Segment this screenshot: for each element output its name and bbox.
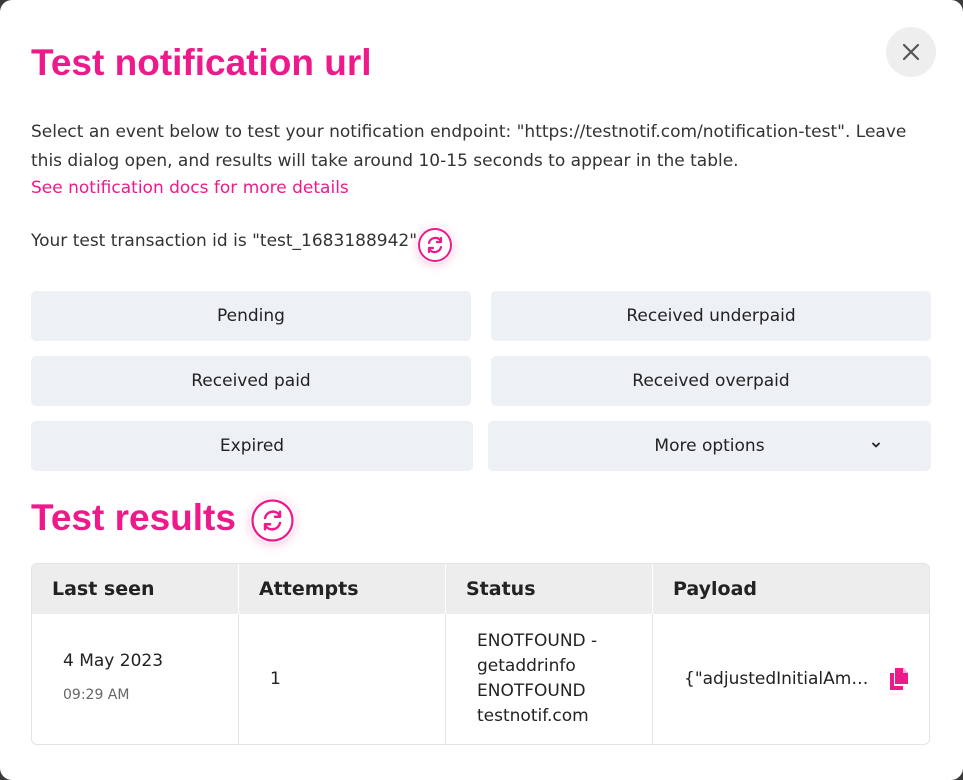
more-options-dropdown[interactable]: More options: [488, 421, 931, 471]
transaction-id-text: Your test transaction id is "test_168318…: [31, 231, 418, 251]
status-value: ENOTFOUND - getaddrinfo ENOTFOUND testno…: [477, 631, 598, 726]
pending-event-button[interactable]: Pending: [31, 291, 471, 341]
received-paid-event-button[interactable]: Received paid: [31, 356, 471, 406]
test-notification-dialog: Test notification url Select an event be…: [0, 0, 963, 780]
refresh-icon: [251, 499, 294, 542]
received-overpaid-event-button[interactable]: Received overpaid: [491, 356, 931, 406]
payload-value: {"adjustedInitialAmount: [684, 669, 869, 689]
last-seen-date: 4 May 2023: [63, 651, 164, 671]
column-header-last-seen: Last seen: [32, 564, 239, 614]
dialog-title: Test notification url: [31, 42, 372, 83]
received-underpaid-event-button[interactable]: Received underpaid: [491, 291, 931, 341]
expired-event-button[interactable]: Expired: [31, 421, 473, 471]
dialog-description: Select an event below to test your notif…: [31, 122, 907, 171]
cell-payload: {"adjustedInitialAmount: [653, 614, 929, 744]
column-header-attempts: Attempts: [239, 564, 446, 614]
cell-attempts: 1: [239, 614, 446, 744]
test-results-title: Test results: [31, 497, 236, 538]
attempts-value: 1: [270, 669, 281, 689]
column-header-payload: Payload: [673, 578, 758, 600]
refresh-transaction-button[interactable]: [417, 227, 453, 263]
table-row: 4 May 2023 09:29 AM 1 ENOTFOUND - getadd…: [32, 614, 929, 744]
copy-icon[interactable]: [888, 667, 910, 691]
close-icon: [902, 43, 920, 61]
test-results-table: Last seen Attempts Status Payload 4 May …: [31, 563, 930, 745]
column-header-status: Status: [446, 564, 653, 614]
cell-last-seen: 4 May 2023 09:29 AM: [32, 614, 239, 744]
more-options-label: More options: [654, 436, 765, 456]
last-seen-time: 09:29 AM: [63, 687, 130, 703]
refresh-results-button[interactable]: [250, 498, 295, 543]
chevron-down-icon: [872, 442, 880, 448]
cell-status: ENOTFOUND - getaddrinfo ENOTFOUND testno…: [446, 614, 653, 744]
notification-docs-link[interactable]: See notification docs for more details: [31, 178, 349, 198]
refresh-icon: [418, 228, 452, 262]
table-header: Last seen Attempts Status Payload: [32, 564, 929, 614]
close-button[interactable]: [886, 27, 936, 77]
